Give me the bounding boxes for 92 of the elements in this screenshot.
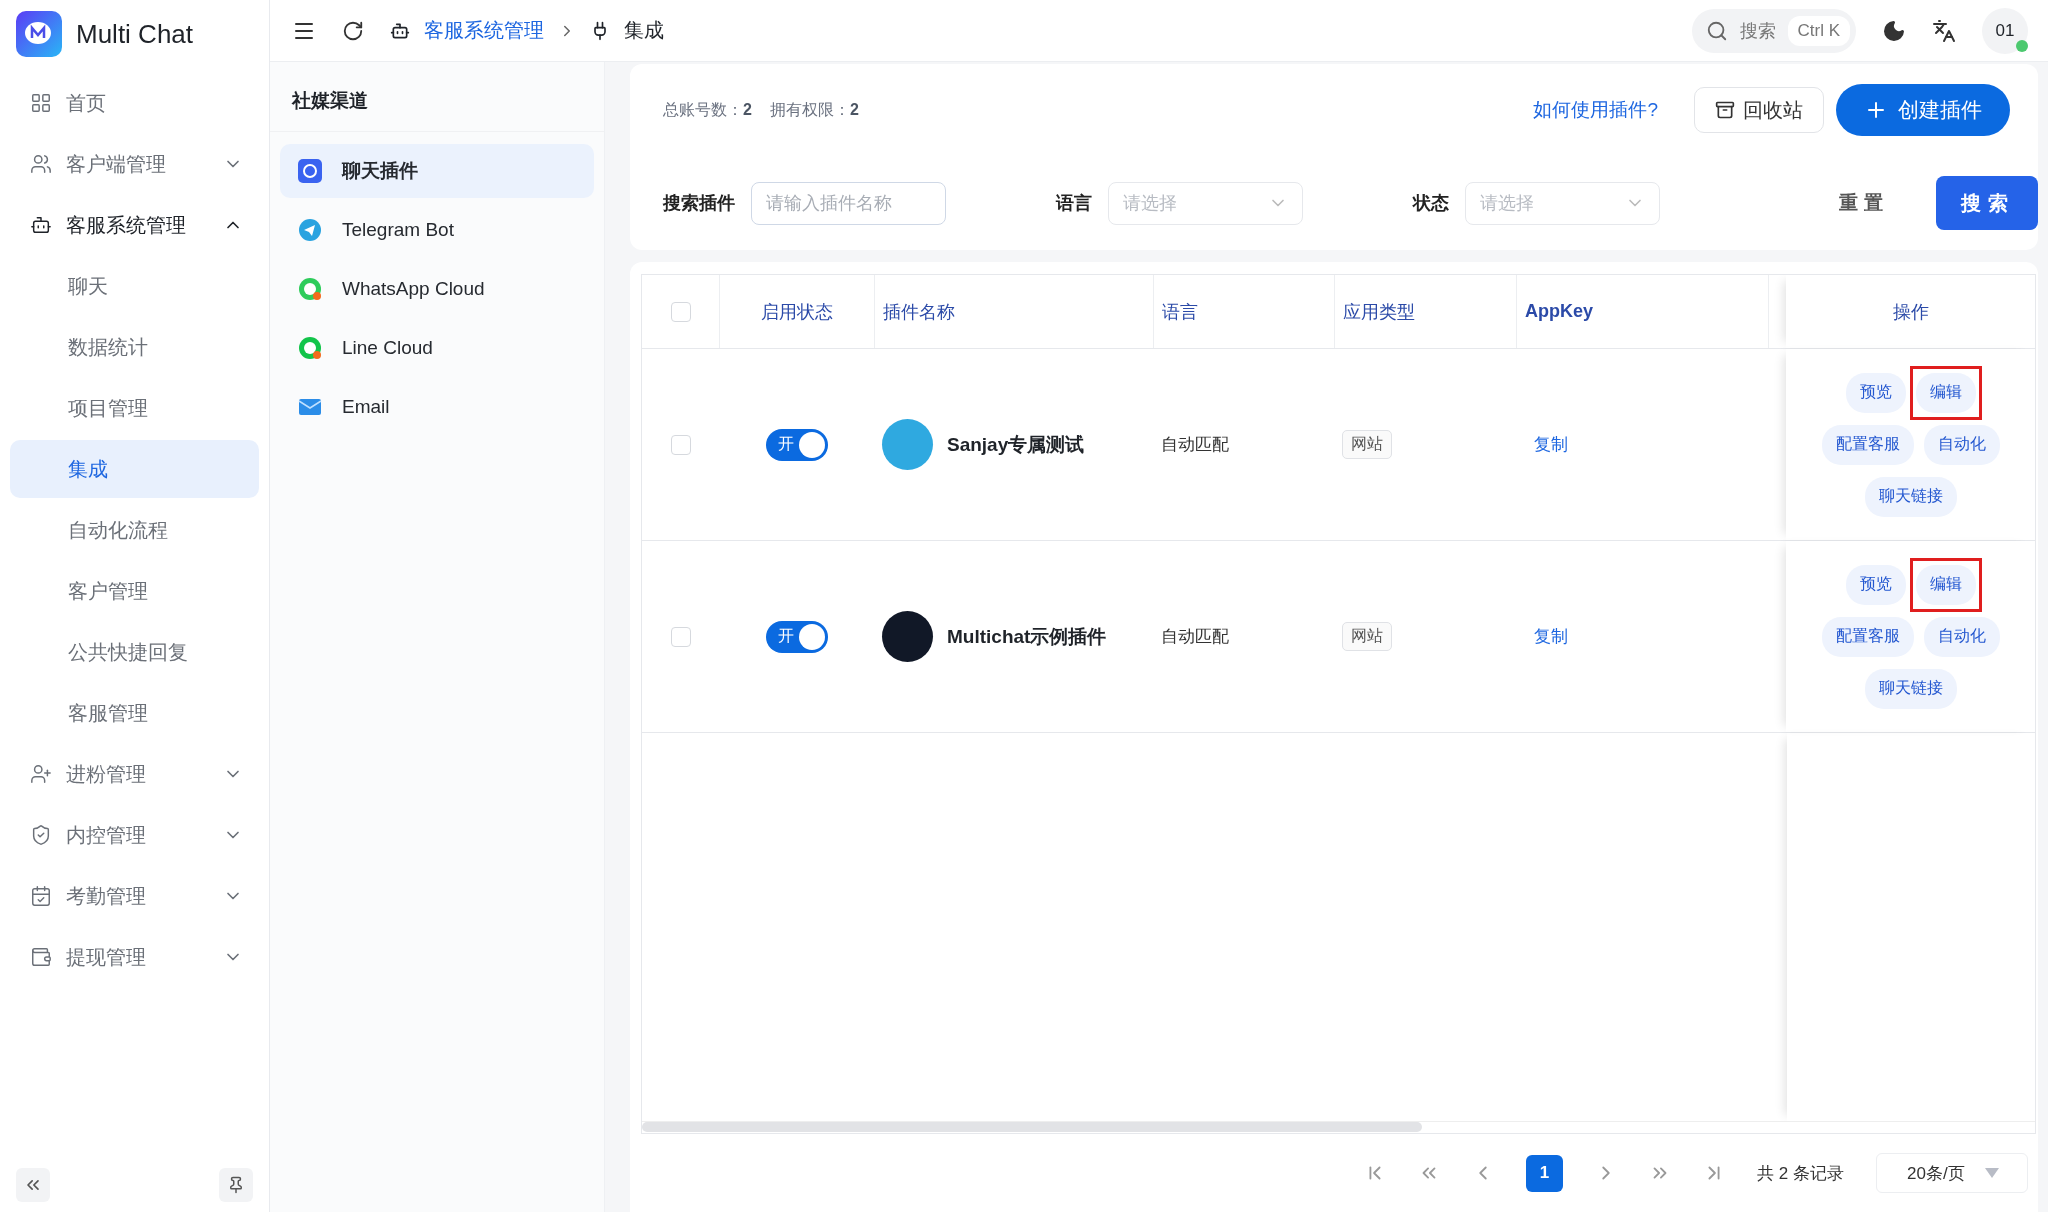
type-tag: 网站 <box>1342 622 1392 651</box>
table-cell-text: 自动匹配 <box>1161 434 1229 456</box>
language-button[interactable] <box>1932 18 1956 43</box>
create-plugin-button[interactable]: 创建插件 <box>1836 84 2010 136</box>
help-link[interactable]: 如何使用插件? <box>1533 97 1658 123</box>
table-cell-text: 自动匹配 <box>1161 626 1229 648</box>
action-button[interactable]: 聊天链接 <box>1865 476 1957 517</box>
menu-item-icon <box>30 153 52 175</box>
menu-item-icon <box>30 824 52 846</box>
panel-title: 社媒渠道 <box>270 62 604 132</box>
nav-item[interactable]: 数据统计 <box>10 318 259 376</box>
shortcut-key: Ctrl K <box>1787 15 1850 46</box>
pin-button[interactable] <box>219 1168 253 1202</box>
checkbox[interactable] <box>670 626 691 647</box>
action-button[interactable]: 编辑 <box>1916 564 1976 605</box>
recycle-bin-button[interactable]: 回收站 <box>1694 87 1824 133</box>
column-header: 语言 <box>1162 300 1198 324</box>
type-tag: 网站 <box>1342 430 1392 459</box>
filter-label: 语言 <box>1056 192 1092 215</box>
nav-item[interactable]: 公共快捷回复 <box>10 623 259 681</box>
page-size-select[interactable]: 20条/页 <box>1876 1153 2028 1193</box>
archive-icon <box>1715 100 1735 120</box>
search-icon <box>1705 19 1728 42</box>
column-header: 启用状态 <box>761 300 833 324</box>
nav-item[interactable]: 集成 <box>10 440 259 498</box>
channel-item[interactable]: WhatsApp Cloud <box>280 262 594 316</box>
filter-label: 搜索插件 <box>663 192 735 215</box>
scrollbar-thumb[interactable] <box>642 1122 1422 1132</box>
nav-item[interactable]: 客户管理 <box>10 562 259 620</box>
search-input[interactable]: 请输入插件名称 <box>751 181 946 225</box>
copy-link[interactable]: 复制 <box>1534 433 1568 456</box>
nav-item[interactable]: 客服系统管理 <box>10 196 259 254</box>
breadcrumb-link[interactable]: 客服系统管理 <box>424 17 544 44</box>
search-button[interactable]: 搜索 <box>1936 176 2038 230</box>
menu-item-icon <box>30 92 52 114</box>
nav-item[interactable]: 客户端管理 <box>10 135 259 193</box>
dropdown-triangle-icon <box>1984 1168 1999 1178</box>
app-name: Multi Chat <box>76 18 194 50</box>
nav-item[interactable]: 首页 <box>10 74 259 132</box>
search-field[interactable]: 搜索 Ctrl K <box>1691 8 1856 53</box>
action-button[interactable]: 自动化 <box>1924 424 2000 465</box>
refresh-button[interactable] <box>342 19 364 42</box>
menu-item-icon <box>30 946 52 968</box>
action-button[interactable]: 自动化 <box>1924 616 2000 657</box>
nav-item[interactable]: 自动化流程 <box>10 501 259 559</box>
column-header: AppKey <box>1525 301 1593 322</box>
toggle-switch[interactable]: 开 <box>765 428 828 461</box>
nav-item[interactable]: 客服管理 <box>10 684 259 742</box>
nav-item[interactable]: 进粉管理 <box>10 745 259 803</box>
menu-item-icon <box>30 763 52 785</box>
menu-item-icon <box>30 214 52 236</box>
nav-item[interactable]: 聊天 <box>10 257 259 315</box>
column-header: 插件名称 <box>883 300 955 324</box>
toggle-switch[interactable]: 开 <box>765 620 828 653</box>
translate-icon <box>1932 18 1956 43</box>
collapse-button[interactable] <box>16 1168 50 1202</box>
nav-item[interactable]: 内控管理 <box>10 806 259 864</box>
checkbox[interactable] <box>670 301 691 322</box>
plugin-name: Multichat示例插件 <box>947 624 1107 649</box>
refresh-icon <box>342 19 364 42</box>
action-button[interactable]: 编辑 <box>1916 372 1976 413</box>
column-header: 应用类型 <box>1343 300 1415 324</box>
action-button[interactable]: 配置客服 <box>1822 616 1914 657</box>
nav-item[interactable]: 项目管理 <box>10 379 259 437</box>
paper-plane-icon <box>298 218 322 242</box>
checkbox[interactable] <box>670 434 691 455</box>
moon-icon <box>1882 18 1906 43</box>
app-logo <box>16 11 62 57</box>
stat-text: 总账号数：2 <box>663 99 752 120</box>
channel-item[interactable]: Line Cloud <box>280 321 594 375</box>
reset-button[interactable]: 重置 <box>1832 189 1896 217</box>
plugin-name: Sanjay专属测试 <box>947 432 1085 457</box>
action-button[interactable]: 预览 <box>1846 564 1906 605</box>
channel-item[interactable]: Email <box>280 380 594 434</box>
channel-item[interactable]: Telegram Bot <box>280 203 594 257</box>
action-button[interactable]: 聊天链接 <box>1865 668 1957 709</box>
channel-item[interactable]: 聊天插件 <box>280 144 594 198</box>
column-header: 操作 <box>1893 300 1929 324</box>
copy-link[interactable]: 复制 <box>1534 625 1568 648</box>
nav-item[interactable]: 提现管理 <box>10 928 259 986</box>
breadcrumb-link[interactable]: 集成 <box>624 17 664 44</box>
dark-mode-button[interactable] <box>1882 18 1906 43</box>
action-button[interactable]: 预览 <box>1846 372 1906 413</box>
user-avatar[interactable]: 01 <box>1982 7 2028 54</box>
action-button[interactable]: 配置客服 <box>1822 424 1914 465</box>
stat-text: 拥有权限：2 <box>769 99 859 120</box>
nav-item[interactable]: 考勤管理 <box>10 867 259 925</box>
record-count: 共 2 条记录 <box>1757 1162 1844 1185</box>
menu-item-icon <box>30 885 52 907</box>
filter-label: 状态 <box>1413 192 1449 215</box>
pin-icon <box>227 1176 245 1194</box>
page-button[interactable]: 1 <box>1526 1154 1564 1192</box>
